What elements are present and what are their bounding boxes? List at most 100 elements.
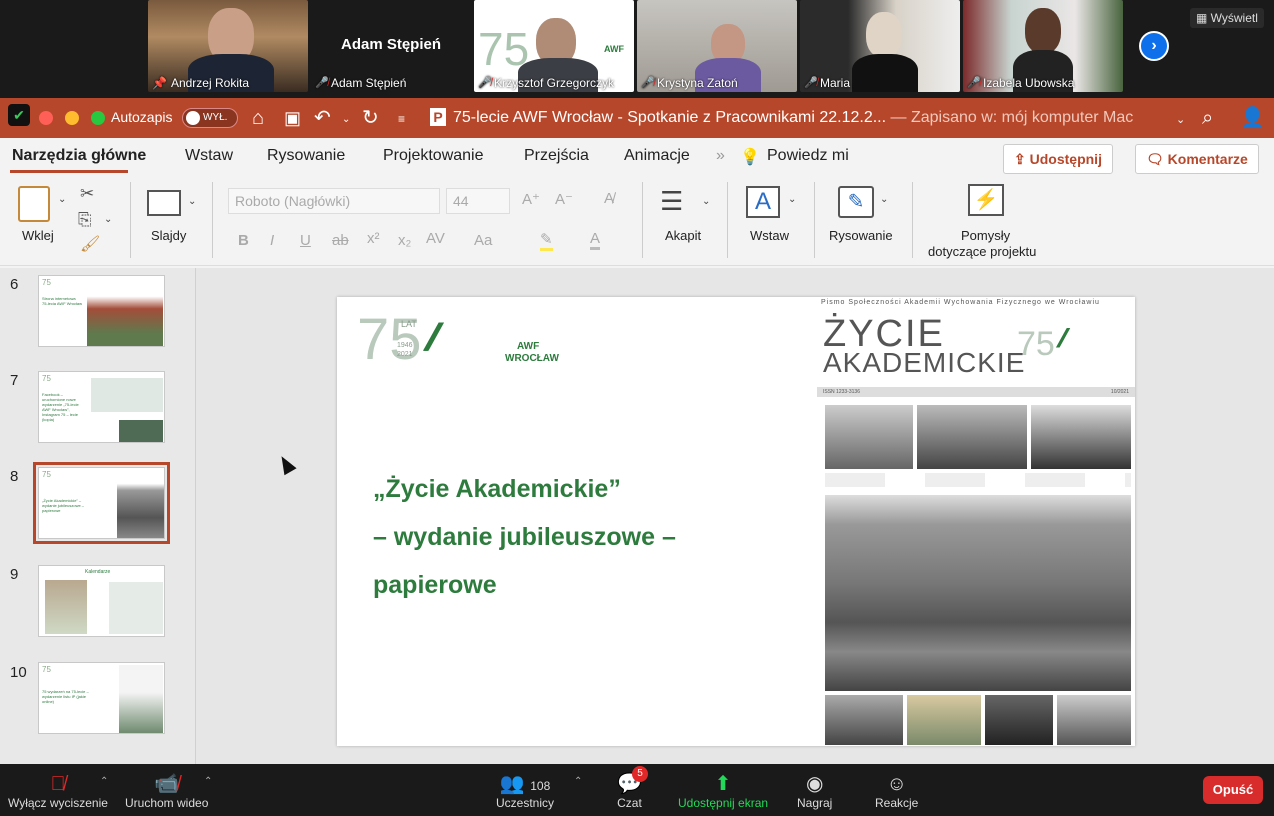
- logo-city-text: WROCŁAW: [505, 353, 559, 364]
- logo-years-text: 1946 2021: [397, 342, 413, 358]
- tab-design[interactable]: Projektowanie: [383, 147, 484, 165]
- slide-thumbnail-selected[interactable]: 75 „Życie Akademickie” – wydanie jubileu…: [33, 462, 170, 544]
- tab-transitions[interactable]: Przejścia: [524, 147, 589, 165]
- slide-thumbnail[interactable]: 75 Facebook – uruchomione nowe wydarzeni…: [38, 371, 165, 443]
- design-ideas-label-1[interactable]: Pomysły: [961, 228, 1010, 243]
- redo-icon[interactable]: ↻: [362, 106, 379, 130]
- italic-icon[interactable]: I: [270, 232, 274, 249]
- mic-off-icon: 🎙̸: [50, 773, 66, 795]
- highlight-icon[interactable]: ✎: [540, 230, 553, 251]
- cut-icon[interactable]: ✂: [80, 184, 94, 204]
- participant-name: 🎤̸ Adam Stępień: [315, 76, 407, 90]
- insert-label[interactable]: Wstaw: [750, 228, 789, 243]
- next-page-arrow-icon[interactable]: ›: [1139, 31, 1169, 61]
- paragraph-dropdown-icon[interactable]: ⌄: [702, 196, 710, 207]
- leave-meeting-button[interactable]: Opuść: [1203, 776, 1263, 804]
- undo-icon[interactable]: ↶: [314, 106, 331, 130]
- audio-options-caret-icon[interactable]: ⌃: [100, 776, 108, 787]
- paragraph-icon[interactable]: ☰: [660, 188, 683, 214]
- participants-button[interactable]: 👥 108 Uczestnicy: [496, 772, 554, 810]
- change-case-icon[interactable]: Aa: [474, 232, 492, 249]
- format-painter-icon[interactable]: 🖌: [80, 234, 100, 254]
- slide-title[interactable]: „Życie Akademickie” – wydanie jubileuszo…: [373, 465, 676, 609]
- home-icon[interactable]: ⌂: [252, 106, 264, 130]
- participant-tile[interactable]: 75 AWF 🎤̸ Krzysztof Grzegorczyk: [474, 0, 634, 92]
- current-slide[interactable]: 75 LAT 1946 2021 /// AWF WROCŁAW „Życie …: [337, 297, 1135, 746]
- ribbon-separator: [814, 182, 815, 258]
- slide-thumbnail[interactable]: 75 75 wydarzeń na 75-lecie – wydarzenie …: [38, 662, 165, 734]
- design-ideas-label-2[interactable]: dotyczące projektu: [928, 244, 1036, 259]
- design-ideas-icon[interactable]: ⚡: [968, 184, 1004, 216]
- drawing-label[interactable]: Rysowanie: [829, 228, 893, 243]
- copy-icon[interactable]: ⎘: [78, 210, 92, 230]
- customize-toolbar-icon[interactable]: ≡: [398, 107, 405, 131]
- tab-animations[interactable]: Animacje: [624, 147, 690, 165]
- save-icon[interactable]: ▣: [284, 106, 301, 130]
- close-window-button[interactable]: [39, 111, 53, 125]
- font-size-select[interactable]: 44: [446, 188, 510, 214]
- participant-tile[interactable]: 🎤̸ Izabela Ubowska: [963, 0, 1123, 92]
- minimize-window-button[interactable]: [65, 111, 79, 125]
- reactions-button[interactable]: ☺ Reakcje: [875, 772, 918, 810]
- slide-thumbnail[interactable]: Kalendarze: [38, 565, 165, 637]
- view-button[interactable]: ▦ Wyświetl: [1190, 8, 1264, 28]
- video-options-caret-icon[interactable]: ⌃: [204, 776, 212, 787]
- insert-shapes-icon[interactable]: A: [746, 186, 780, 218]
- tab-home[interactable]: Narzędzia główne: [12, 147, 146, 165]
- bold-icon[interactable]: B: [238, 232, 249, 249]
- slides-label[interactable]: Slajdy: [151, 228, 186, 243]
- paste-label[interactable]: Wklej: [22, 228, 54, 243]
- undo-dropdown-icon[interactable]: ⌄: [342, 108, 350, 132]
- participant-tile[interactable]: 📌 Andrzej Rokita: [148, 0, 308, 92]
- share-button[interactable]: ⇪ Udostępnij: [1003, 144, 1113, 174]
- grid-icon: ▦: [1196, 11, 1211, 25]
- slides-dropdown-icon[interactable]: ⌄: [188, 196, 196, 207]
- search-icon[interactable]: ⌕: [1202, 106, 1213, 130]
- thumb-image: [119, 420, 163, 442]
- paste-icon[interactable]: [18, 186, 50, 222]
- slides-icon[interactable]: [147, 190, 181, 216]
- paragraph-label[interactable]: Akapit: [665, 228, 701, 243]
- record-button[interactable]: ◉ Nagraj: [797, 772, 832, 810]
- font-color-icon[interactable]: A: [590, 230, 601, 250]
- magazine-captions: [825, 473, 1131, 487]
- thumb-text: 75 wydarzeń na 75-lecie – wydarzenie lis…: [42, 689, 89, 704]
- slide-editor-canvas[interactable]: 75 LAT 1946 2021 /// AWF WROCŁAW „Życie …: [196, 268, 1274, 764]
- participant-tile[interactable]: 🎤̸ Krystyna Zatoń: [637, 0, 797, 92]
- slide-thumbnail[interactable]: 75 Strona internetowa 75-lecia AWF Wrocł…: [38, 275, 165, 347]
- participants-caret-icon[interactable]: ⌃: [574, 776, 582, 787]
- document-title[interactable]: 75-lecie AWF Wrocław - Spotkanie z Praco…: [453, 109, 1133, 127]
- magazine-cover-image[interactable]: Pismo Społeczności Akademii Wychowania F…: [817, 297, 1135, 746]
- drawing-dropdown-icon[interactable]: ⌄: [880, 194, 888, 205]
- clear-formatting-icon[interactable]: A̸: [604, 190, 614, 207]
- superscript-icon[interactable]: x²: [367, 230, 380, 247]
- start-video-button[interactable]: 📹̸ Uruchom wideo: [125, 772, 208, 810]
- underline-icon[interactable]: U: [300, 232, 311, 249]
- participant-tile[interactable]: Adam Stępień 🎤̸ Adam Stępień: [311, 0, 471, 92]
- drawing-icon[interactable]: ✎: [838, 186, 874, 218]
- comments-button[interactable]: 🗨 Komentarze: [1135, 144, 1259, 174]
- autosave-label: Autozapis: [111, 109, 173, 125]
- slide-thumbnail-panel[interactable]: 6 75 Strona internetowa 75-lecia AWF Wro…: [0, 268, 196, 764]
- character-spacing-icon[interactable]: AV: [426, 230, 445, 247]
- increase-font-icon[interactable]: A⁺: [522, 190, 540, 208]
- record-icon: ◉: [805, 773, 824, 795]
- account-icon[interactable]: 👤: [1240, 106, 1265, 130]
- title-dropdown-icon[interactable]: ⌄: [1176, 108, 1185, 132]
- unmute-button[interactable]: 🎙̸ Wyłącz wyciszenie: [8, 772, 108, 810]
- zoom-window-button[interactable]: [91, 111, 105, 125]
- tab-insert[interactable]: Wstaw: [185, 147, 233, 165]
- tell-me-search[interactable]: Powiedz mi: [767, 147, 849, 165]
- decrease-font-icon[interactable]: A⁻: [555, 190, 573, 208]
- share-screen-button[interactable]: ⬆ Udostępnij ekran: [678, 772, 768, 810]
- insert-dropdown-icon[interactable]: ⌄: [788, 194, 796, 205]
- subscript-icon[interactable]: x₂: [398, 232, 411, 249]
- font-name-select[interactable]: Roboto (Nagłówki): [228, 188, 440, 214]
- strikethrough-icon[interactable]: ab: [332, 232, 349, 249]
- more-tabs-icon[interactable]: »: [716, 147, 725, 165]
- participant-tile[interactable]: 🎤̸ Maria: [800, 0, 960, 92]
- tab-draw[interactable]: Rysowanie: [267, 147, 345, 165]
- autosave-toggle[interactable]: WYŁ.: [182, 108, 238, 128]
- copy-dropdown-icon[interactable]: ⌄: [104, 214, 112, 225]
- paste-dropdown-icon[interactable]: ⌄: [58, 194, 66, 205]
